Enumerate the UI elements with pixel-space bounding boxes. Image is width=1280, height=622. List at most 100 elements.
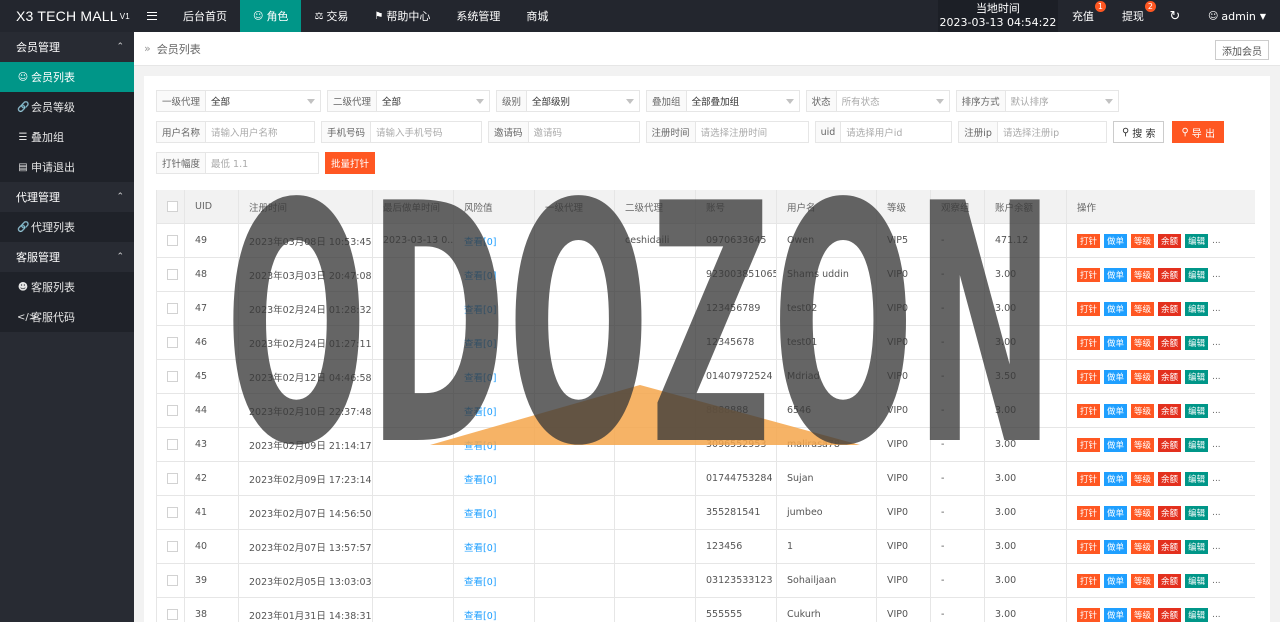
- edit-button[interactable]: 编辑: [1185, 335, 1209, 350]
- sort-select[interactable]: 默认排序: [1006, 91, 1118, 111]
- more-actions-button[interactable]: ...: [1212, 304, 1221, 314]
- sidebar-item-member-level[interactable]: 🔗 会员等级: [0, 92, 134, 122]
- order-button[interactable]: 做单: [1104, 403, 1128, 418]
- top-nav-role[interactable]: ☺ 角色: [240, 0, 302, 32]
- top-nav-trade[interactable]: ⚖ 交易: [301, 0, 361, 32]
- order-button[interactable]: 做单: [1104, 539, 1128, 554]
- row-checkbox[interactable]: [167, 405, 178, 416]
- level-button[interactable]: 等级: [1131, 539, 1155, 554]
- sidebar-group-member[interactable]: 会员管理 ⌃: [0, 32, 134, 62]
- edit-button[interactable]: 编辑: [1185, 437, 1209, 452]
- menu-toggle-button[interactable]: [134, 0, 170, 32]
- select-all-checkbox[interactable]: [167, 201, 178, 212]
- top-nav-mall[interactable]: 商城: [513, 0, 561, 32]
- more-actions-button[interactable]: ...: [1212, 508, 1221, 518]
- more-actions-button[interactable]: ...: [1212, 270, 1221, 280]
- balance-button[interactable]: 余额: [1158, 607, 1182, 622]
- cell-risk[interactable]: 查看[0]: [453, 496, 534, 529]
- row-checkbox[interactable]: [167, 235, 178, 246]
- order-button[interactable]: 做单: [1104, 369, 1128, 384]
- level-button[interactable]: 等级: [1131, 335, 1155, 350]
- level-button[interactable]: 等级: [1131, 471, 1155, 486]
- cell-risk[interactable]: 查看[0]: [453, 462, 534, 495]
- row-checkbox[interactable]: [167, 575, 178, 586]
- level-select[interactable]: 全部级别: [527, 91, 639, 111]
- breadcrumb-current[interactable]: 会员列表: [157, 41, 201, 57]
- balance-button[interactable]: 余额: [1158, 267, 1182, 282]
- balance-button[interactable]: 余额: [1158, 335, 1182, 350]
- add-member-button[interactable]: 添加会员: [1215, 40, 1269, 60]
- edit-button[interactable]: 编辑: [1185, 505, 1209, 520]
- more-actions-button[interactable]: ...: [1212, 576, 1221, 586]
- username-input[interactable]: 请输入用户名称: [206, 122, 314, 142]
- order-button[interactable]: 做单: [1104, 437, 1128, 452]
- more-actions-button[interactable]: ...: [1212, 474, 1221, 484]
- more-actions-button[interactable]: ...: [1212, 236, 1221, 246]
- cell-risk[interactable]: 查看[0]: [453, 224, 534, 257]
- batch-inject-button[interactable]: 批量打针: [325, 152, 376, 174]
- balance-button[interactable]: 余额: [1158, 505, 1182, 520]
- cell-risk[interactable]: 查看[0]: [453, 360, 534, 393]
- cell-risk[interactable]: 查看[0]: [453, 326, 534, 359]
- inject-button[interactable]: 打针: [1077, 471, 1101, 486]
- row-checkbox[interactable]: [167, 371, 178, 382]
- order-button[interactable]: 做单: [1104, 471, 1128, 486]
- edit-button[interactable]: 编辑: [1185, 369, 1209, 384]
- sidebar-item-agent-list[interactable]: 🔗 代理列表: [0, 212, 134, 242]
- inject-button[interactable]: 打针: [1077, 573, 1101, 588]
- balance-button[interactable]: 余额: [1158, 369, 1182, 384]
- row-checkbox[interactable]: [167, 439, 178, 450]
- brand-logo[interactable]: X3 TECH MALL V1: [0, 0, 134, 32]
- phone-input[interactable]: 请输入手机号码: [371, 122, 481, 142]
- edit-button[interactable]: 编辑: [1185, 403, 1209, 418]
- cell-risk[interactable]: 查看[0]: [453, 598, 534, 622]
- row-checkbox[interactable]: [167, 541, 178, 552]
- cell-risk[interactable]: 查看[0]: [453, 564, 534, 597]
- balance-button[interactable]: 余额: [1158, 573, 1182, 588]
- edit-button[interactable]: 编辑: [1185, 301, 1209, 316]
- level-button[interactable]: 等级: [1131, 301, 1155, 316]
- more-actions-button[interactable]: ...: [1212, 440, 1221, 450]
- status-select[interactable]: 所有状态: [837, 91, 949, 111]
- sidebar-item-member-list[interactable]: ☺ 会员列表: [0, 62, 134, 92]
- level-button[interactable]: 等级: [1131, 403, 1155, 418]
- level-button[interactable]: 等级: [1131, 369, 1155, 384]
- order-button[interactable]: 做单: [1104, 233, 1128, 248]
- inject-button[interactable]: 打针: [1077, 505, 1101, 520]
- inject-button[interactable]: 打针: [1077, 335, 1101, 350]
- level-button[interactable]: 等级: [1131, 607, 1155, 622]
- uid-input[interactable]: 请选择用户id: [841, 122, 951, 142]
- sidebar-group-agent[interactable]: 代理管理 ⌃: [0, 182, 134, 212]
- level-button[interactable]: 等级: [1131, 505, 1155, 520]
- order-button[interactable]: 做单: [1104, 505, 1128, 520]
- user-menu[interactable]: ☺ admin ▼: [1192, 0, 1280, 32]
- level-button[interactable]: 等级: [1131, 437, 1155, 452]
- row-checkbox[interactable]: [167, 507, 178, 518]
- order-button[interactable]: 做单: [1104, 573, 1128, 588]
- balance-button[interactable]: 余额: [1158, 471, 1182, 486]
- inject-button[interactable]: 打针: [1077, 539, 1101, 554]
- top-nav-home[interactable]: 后台首页: [170, 0, 240, 32]
- sidebar-item-service-code[interactable]: </> 客服代码: [0, 302, 134, 332]
- order-button[interactable]: 做单: [1104, 335, 1128, 350]
- more-actions-button[interactable]: ...: [1212, 406, 1221, 416]
- row-checkbox[interactable]: [167, 473, 178, 484]
- range-input[interactable]: 最低 1.1: [206, 153, 318, 173]
- more-actions-button[interactable]: ...: [1212, 610, 1221, 620]
- more-actions-button[interactable]: ...: [1212, 542, 1221, 552]
- row-checkbox[interactable]: [167, 337, 178, 348]
- top-nav-system[interactable]: 系统管理: [443, 0, 513, 32]
- level-button[interactable]: 等级: [1131, 267, 1155, 282]
- edit-button[interactable]: 编辑: [1185, 607, 1209, 622]
- level-button[interactable]: 等级: [1131, 573, 1155, 588]
- cell-risk[interactable]: 查看[0]: [453, 530, 534, 563]
- inject-button[interactable]: 打针: [1077, 267, 1101, 282]
- inject-button[interactable]: 打针: [1077, 607, 1101, 622]
- cell-risk[interactable]: 查看[0]: [453, 428, 534, 461]
- refresh-button[interactable]: ↻: [1158, 0, 1192, 32]
- order-button[interactable]: 做单: [1104, 267, 1128, 282]
- cell-risk[interactable]: 查看[0]: [453, 394, 534, 427]
- more-actions-button[interactable]: ...: [1212, 338, 1221, 348]
- level-button[interactable]: 等级: [1131, 233, 1155, 248]
- sidebar-group-service[interactable]: 客服管理 ⌃: [0, 242, 134, 272]
